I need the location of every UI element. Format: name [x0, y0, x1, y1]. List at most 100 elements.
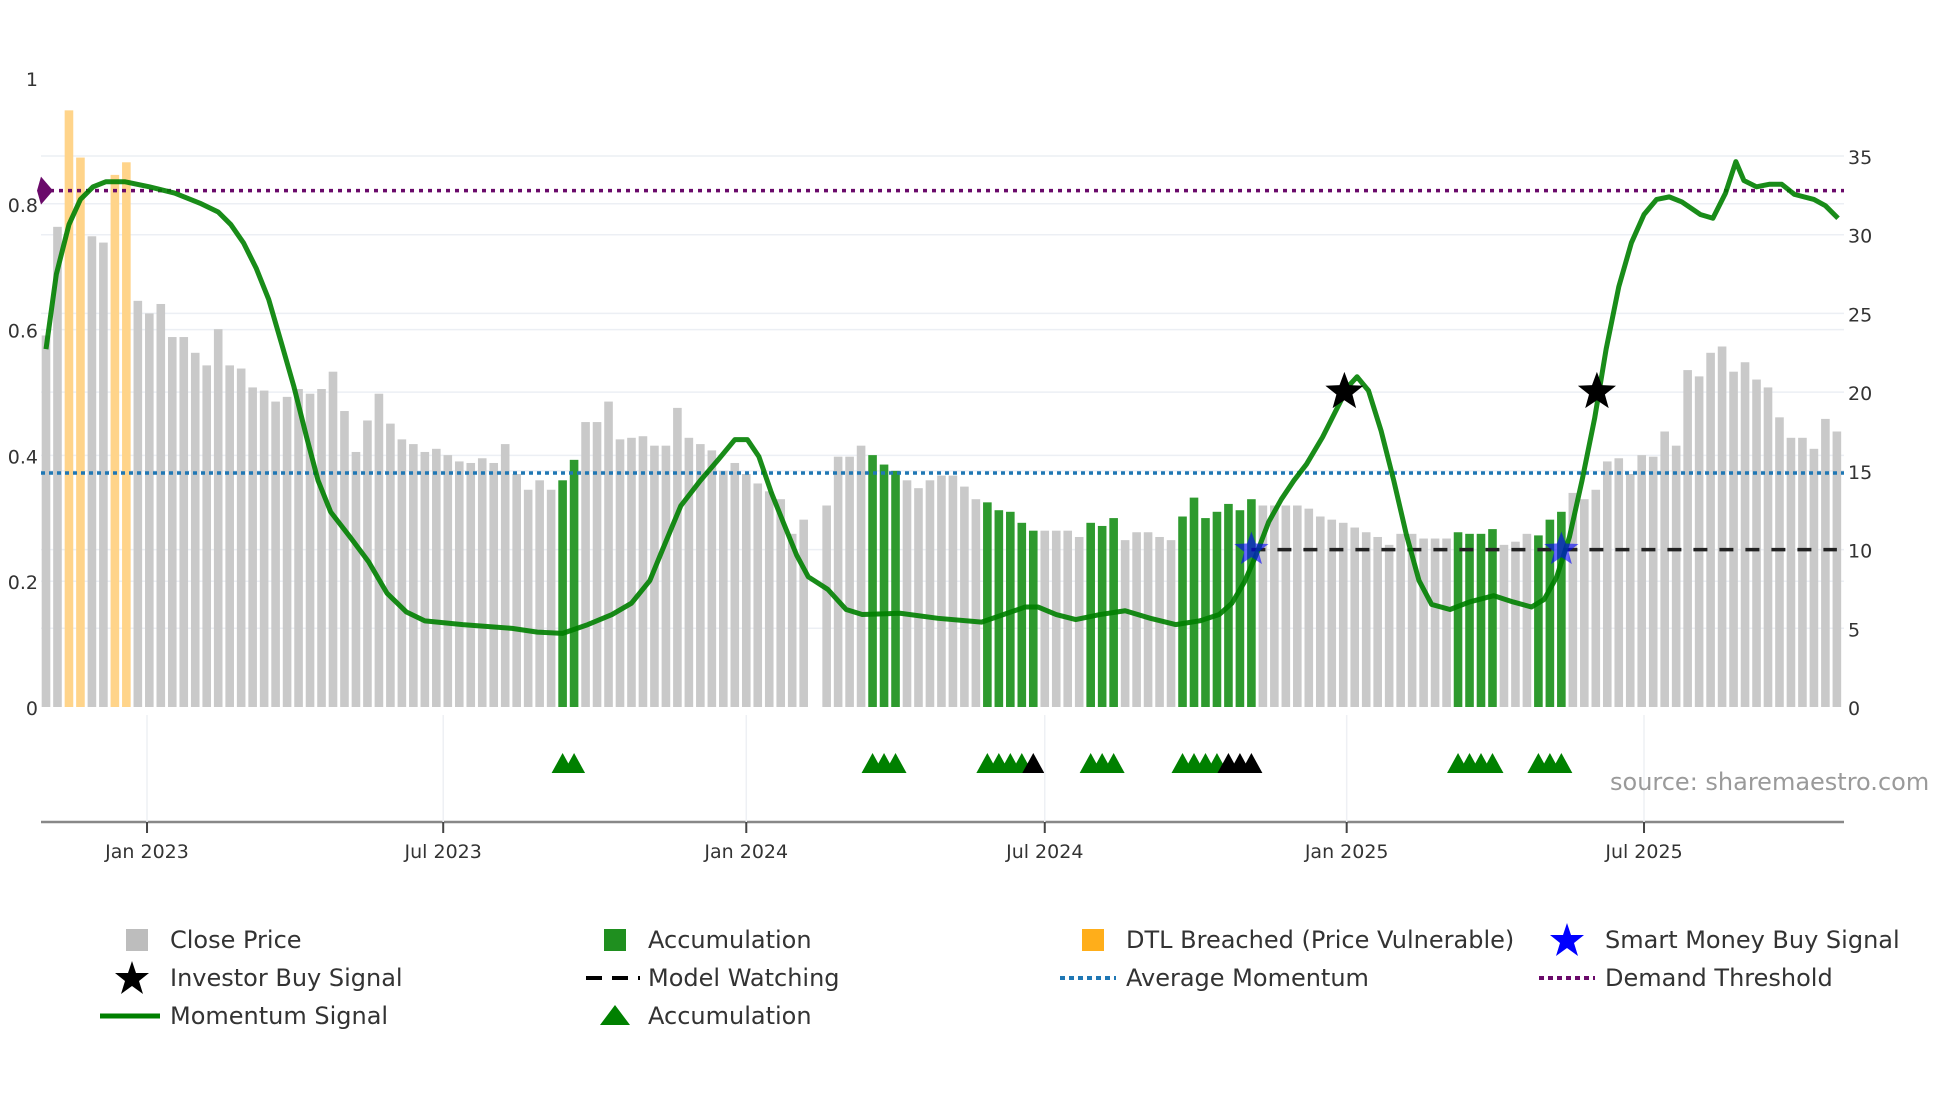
- close-price-bar: [500, 444, 510, 707]
- close-price-bar: [1350, 527, 1360, 707]
- close-price-bar: [776, 499, 786, 707]
- legend-demand-threshold: Demand Threshold: [1539, 961, 1833, 995]
- dotted-blue-line-icon: [1060, 976, 1116, 980]
- close-price-bar: [1786, 437, 1796, 707]
- close-price-bar: [328, 371, 338, 707]
- accumulation-bar: [569, 459, 579, 707]
- close-price-bar: [271, 401, 280, 707]
- close-price-bar: [99, 242, 108, 708]
- close-price-bar: [409, 444, 418, 707]
- close-price-bar: [156, 303, 166, 707]
- close-price-bar: [764, 491, 774, 707]
- close-price-bar: [1442, 538, 1451, 707]
- x-tick-label: Jan 2023: [104, 841, 189, 863]
- close-price-bar: [1384, 544, 1394, 707]
- close-price-bar: [432, 448, 441, 707]
- legend-momentum-signal: Momentum Signal: [100, 999, 388, 1033]
- close-price-bar: [615, 439, 625, 707]
- accumulation-bar: [891, 470, 900, 707]
- close-price-bar: [1511, 541, 1520, 707]
- chart-root: Jan 2023 Jul 2023 Jan 2024 Jul 2024 Jan 2025…: [0, 0, 1960, 1102]
- legend-dtl-breached: DTL Breached (Price Vulnerable): [1082, 923, 1514, 957]
- close-price-bar: [1120, 540, 1130, 707]
- legend-accumulation-bar: Accumulation: [604, 923, 812, 957]
- accumulation-bar: [1465, 533, 1474, 707]
- legend-label: Accumulation: [648, 926, 812, 954]
- close-price-bar: [41, 335, 51, 707]
- close-price-bar: [960, 486, 969, 707]
- close-price-bar: [1591, 489, 1601, 707]
- close-price-bar: [190, 352, 200, 707]
- close-price-bar: [1051, 530, 1061, 707]
- legend-label: Demand Threshold: [1605, 964, 1833, 992]
- close-price-bar: [1396, 533, 1405, 707]
- close-price-bar: [213, 329, 223, 707]
- close-price-bar: [1671, 445, 1681, 707]
- close-price-bar: [477, 458, 487, 707]
- left-axis-tick-label: 0.4: [8, 446, 38, 468]
- close-price-bar: [753, 483, 763, 707]
- left-axis-tick-label: 0.2: [8, 572, 38, 594]
- close-price-bar: [925, 480, 935, 707]
- close-price-bar: [133, 300, 143, 707]
- close-price-bar: [1373, 536, 1382, 707]
- close-price-bar: [259, 390, 269, 707]
- blue-star-icon: [1550, 923, 1584, 956]
- close-price-bar: [787, 533, 797, 707]
- close-price-bar: [145, 313, 154, 707]
- accumulation-bar: [983, 502, 992, 707]
- close-price-bar: [1270, 505, 1279, 707]
- close-price-bar: [1763, 387, 1773, 707]
- legend-label: Average Momentum: [1126, 964, 1369, 992]
- x-tick-label: Jul 2024: [1005, 841, 1083, 863]
- close-price-bar: [386, 423, 395, 707]
- close-price-bar: [1602, 461, 1612, 707]
- left-axis-tick-label: 0.8: [8, 195, 38, 217]
- accumulation-bar: [1212, 511, 1222, 707]
- close-price-bar: [225, 365, 234, 707]
- close-price-bar: [236, 368, 246, 707]
- close-price-bar: [627, 437, 636, 707]
- close-price-bar: [1580, 499, 1589, 707]
- legend-label: Smart Money Buy Signal: [1605, 926, 1900, 954]
- close-price-bar: [1717, 346, 1727, 707]
- x-tick-label: Jul 2025: [1604, 841, 1682, 863]
- close-price-bar: [661, 445, 671, 707]
- x-tick-label: Jul 2023: [404, 841, 482, 863]
- legend-smart-money: Smart Money Buy Signal: [1550, 923, 1900, 957]
- green-line-icon: [100, 1013, 160, 1019]
- accumulation-bar: [1189, 497, 1199, 707]
- close-price-bar: [420, 451, 430, 707]
- close-price-bar: [282, 396, 292, 707]
- accumulation-bar: [1453, 532, 1463, 707]
- close-price-bar: [1499, 544, 1509, 707]
- close-price-bar: [948, 475, 958, 707]
- close-price-bar: [351, 451, 361, 707]
- legend-label: Investor Buy Signal: [170, 964, 403, 992]
- close-price-bar: [1522, 533, 1532, 707]
- left-axis-tick-label: 0: [26, 698, 38, 720]
- close-price-bar: [374, 393, 384, 707]
- dtl-breached-bar: [110, 174, 120, 708]
- legend-average-momentum: Average Momentum: [1060, 961, 1369, 995]
- close-price-bar: [317, 388, 326, 707]
- close-price-bar: [1625, 474, 1635, 707]
- green-triangle-icon: [600, 1005, 630, 1025]
- close-price-bar: [466, 462, 476, 707]
- close-price-bar: [1361, 532, 1371, 707]
- close-price-bar: [1683, 370, 1692, 707]
- accumulation-bar: [994, 510, 1004, 707]
- close-price-bar: [1132, 532, 1141, 707]
- accumulation-bar: [558, 480, 567, 707]
- right-axis-tick-label: 15: [1848, 462, 1872, 484]
- close-price-bar: [719, 470, 728, 707]
- close-price-bar: [1809, 448, 1819, 707]
- right-axis-tick-label: 35: [1848, 147, 1872, 169]
- close-price-bar: [845, 456, 854, 707]
- accumulation-bar: [1488, 529, 1497, 707]
- close-price-bar: [1798, 437, 1807, 707]
- left-axis-tick-label: 0.6: [8, 321, 38, 343]
- close-price-bar: [1419, 538, 1428, 707]
- right-axis-tick-label: 5: [1848, 619, 1860, 641]
- close-price-bar: [1293, 505, 1302, 707]
